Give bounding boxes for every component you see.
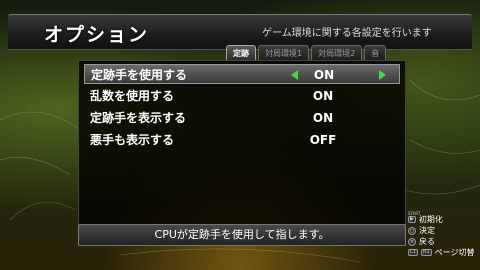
circle-button-icon: ○ bbox=[408, 226, 416, 235]
reset-label: 初期化 bbox=[418, 215, 443, 224]
page-switch-label: ページ切替 bbox=[434, 248, 475, 257]
option-row-show-bad-moves[interactable]: 悪手も表示する OFF bbox=[84, 130, 400, 150]
tab-joseki[interactable]: 定跡 bbox=[226, 45, 256, 61]
confirm-label: 決定 bbox=[419, 226, 435, 235]
option-row-use-joseki[interactable]: 定跡手を使用する ON bbox=[84, 64, 400, 84]
control-back: ✕ 戻る bbox=[408, 236, 478, 247]
option-value: ON bbox=[312, 89, 334, 103]
control-reset: START ▶ 初期化 bbox=[408, 211, 478, 225]
control-legend: START ▶ 初期化 ○ 決定 ✕ 戻る L1 R1 ページ切替 bbox=[408, 211, 478, 258]
l1-button-icon: L1 bbox=[408, 249, 418, 256]
option-value: ON bbox=[312, 111, 334, 125]
option-value: ON bbox=[313, 68, 335, 82]
tab-bar: 定跡 対局環境1 対局環境2 音 bbox=[226, 45, 387, 61]
option-label: 乱数を使用する bbox=[90, 89, 175, 103]
tab-sound[interactable]: 音 bbox=[364, 45, 387, 61]
option-label: 定跡手を表示する bbox=[90, 111, 187, 125]
page-subtitle: ゲーム環境に関する各設定を行います bbox=[262, 28, 432, 39]
tab-environment-1[interactable]: 対局環境1 bbox=[258, 45, 310, 61]
control-confirm: ○ 決定 bbox=[408, 225, 478, 236]
help-text-bar: CPUが定跡手を使用して指します。 bbox=[78, 224, 406, 246]
page-title: オプション bbox=[44, 24, 150, 46]
option-label: 定跡手を使用する bbox=[91, 68, 188, 82]
control-page-switch: L1 R1 ページ切替 bbox=[408, 247, 478, 258]
option-row-use-random[interactable]: 乱数を使用する ON bbox=[84, 86, 400, 106]
option-value: OFF bbox=[309, 133, 337, 147]
cross-button-icon: ✕ bbox=[408, 237, 416, 246]
arrow-right-icon[interactable] bbox=[379, 70, 386, 80]
tab-environment-2[interactable]: 対局環境2 bbox=[311, 45, 363, 61]
option-label: 悪手も表示する bbox=[90, 133, 175, 147]
arrow-left-icon[interactable] bbox=[291, 70, 298, 80]
back-label: 戻る bbox=[419, 237, 435, 246]
start-label: START bbox=[408, 211, 421, 216]
r1-button-icon: R1 bbox=[420, 249, 432, 256]
option-row-show-joseki[interactable]: 定跡手を表示する ON bbox=[84, 108, 400, 128]
